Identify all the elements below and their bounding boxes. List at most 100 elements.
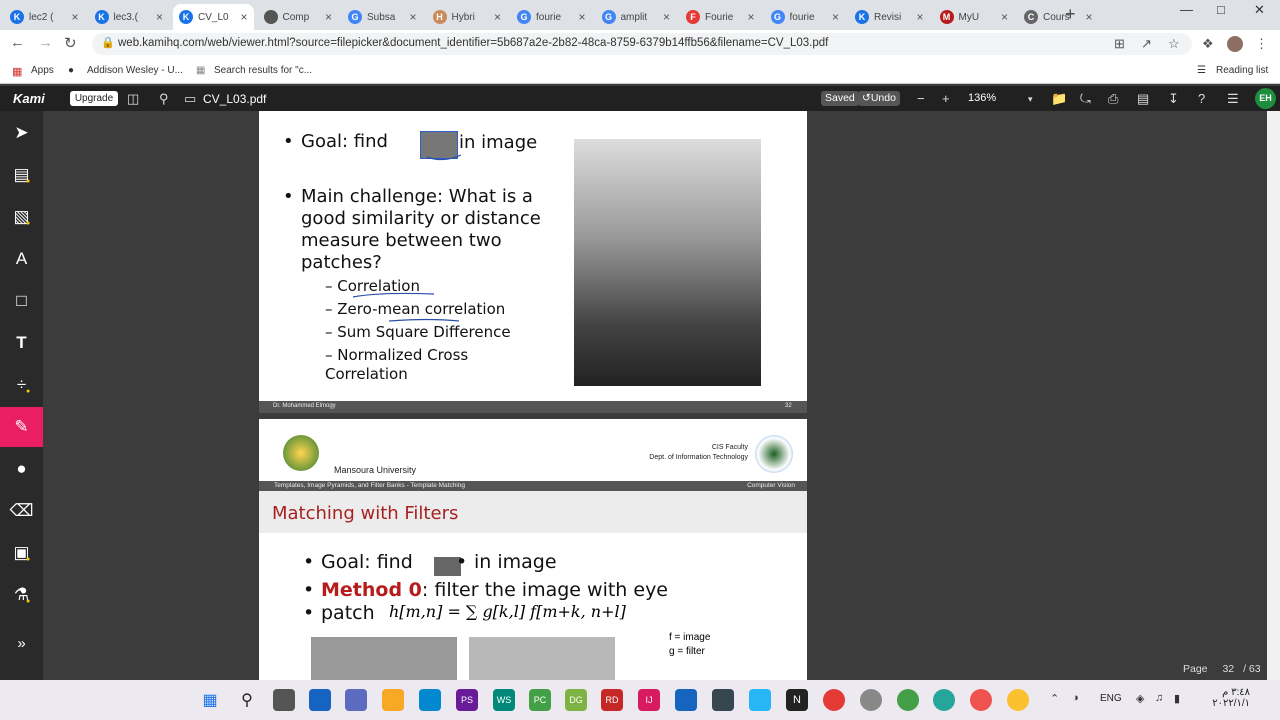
tab-close-icon[interactable]: × — [747, 10, 754, 24]
chrome-icon[interactable] — [823, 689, 845, 711]
tab-close-icon[interactable]: × — [1001, 10, 1008, 24]
profile-icon[interactable] — [1227, 36, 1243, 52]
visual-studio-icon[interactable] — [675, 689, 697, 711]
telegram-icon[interactable] — [749, 689, 771, 711]
tab-10[interactable]: K Revisi × — [849, 4, 930, 30]
intellij-icon[interactable]: IJ — [638, 689, 660, 711]
tab-12[interactable]: C Cours × — [1018, 4, 1099, 30]
draw-tool-icon[interactable]: ✎ — [0, 407, 43, 447]
volume-icon[interactable]: ♫ — [1155, 692, 1163, 704]
avatar[interactable]: EH — [1255, 88, 1276, 109]
tab-5[interactable]: H Hybri × — [427, 4, 508, 30]
install-icon[interactable]: ⊞ — [1114, 36, 1125, 52]
tab-close-icon[interactable]: × — [240, 10, 247, 24]
notion-icon[interactable]: N — [786, 689, 808, 711]
webstorm-icon[interactable]: WS — [493, 689, 515, 711]
share-icon[interactable]: ⤿ — [1080, 91, 1091, 107]
equation-tool-icon[interactable]: ÷ ● — [0, 365, 43, 405]
chrome-icon[interactable] — [1007, 689, 1029, 711]
tab-8[interactable]: F Fourie × — [680, 4, 761, 30]
datagrip-icon[interactable]: DG — [565, 689, 587, 711]
upgrade-button[interactable]: Upgrade — [70, 91, 118, 106]
minimize-button[interactable]: — — [1180, 2, 1193, 17]
tab-close-icon[interactable]: × — [494, 10, 501, 24]
chrome-icon[interactable] — [970, 689, 992, 711]
zoom-select[interactable]: 136% — [968, 92, 996, 104]
zoom-out-button[interactable]: − — [917, 91, 925, 106]
reading-list[interactable]: Reading list — [1216, 65, 1268, 76]
star-icon[interactable]: ☆ — [1168, 36, 1180, 52]
search-icon[interactable]: ⚲ — [159, 91, 169, 107]
shapes-tool-icon[interactable]: ● — [0, 449, 43, 489]
github-icon[interactable] — [712, 689, 734, 711]
text-tool-icon[interactable]: T — [0, 323, 43, 363]
tab-7[interactable]: Gamplit × — [596, 4, 677, 30]
tab-6[interactable]: Gfourie × — [511, 4, 592, 30]
dictionary-tool-icon[interactable]: ▤ ● — [0, 155, 43, 195]
tab-close-icon[interactable]: × — [663, 10, 670, 24]
tab-close-icon[interactable]: × — [1085, 10, 1092, 24]
reload-icon[interactable]: ↻ — [64, 34, 77, 52]
tab-close-icon[interactable]: × — [409, 10, 416, 24]
forward-icon[interactable]: → — [38, 34, 53, 51]
tab-close-icon[interactable]: × — [916, 10, 923, 24]
openai-icon[interactable] — [860, 689, 882, 711]
image-tool-icon[interactable]: ▣ ● — [0, 533, 43, 573]
tab-close-icon[interactable]: × — [832, 10, 839, 24]
teams-icon[interactable] — [345, 689, 367, 711]
wifi-icon[interactable]: ◈ — [1136, 692, 1144, 705]
tab-close-icon[interactable]: × — [325, 10, 332, 24]
help-icon[interactable]: ? — [1198, 91, 1205, 106]
bookmark-addison[interactable]: Addison Wesley - U... — [87, 65, 183, 76]
comment-tool-icon[interactable]: □ — [0, 281, 43, 321]
menu-icon[interactable]: ⋮ — [1255, 36, 1268, 52]
download-icon[interactable]: ↧ — [1168, 91, 1179, 107]
share-icon[interactable]: ↗ — [1141, 36, 1152, 52]
chrome-active-icon[interactable] — [933, 689, 955, 711]
tab-11[interactable]: M MyU × — [934, 4, 1015, 30]
pdf-viewer[interactable]: Goal: find in image Main challenge: What… — [43, 111, 1267, 680]
signature-tool-icon[interactable]: ⚗ ● — [0, 575, 43, 615]
pycharm-icon[interactable]: PC — [529, 689, 551, 711]
new-tab-button[interactable]: + — [1065, 4, 1076, 25]
rider-icon[interactable]: RD — [601, 689, 623, 711]
tab-close-icon[interactable]: × — [71, 10, 78, 24]
tab-close-icon[interactable]: × — [578, 10, 585, 24]
language-indicator[interactable]: ENG — [1100, 693, 1122, 704]
page-indicator[interactable]: Page 32 / 63 — [1183, 663, 1261, 675]
tab-0[interactable]: Klec2 (× — [4, 4, 85, 30]
omnibox[interactable]: 🔒 web.kamihq.com/web/viewer.html?source=… — [92, 33, 1192, 55]
lock-icon[interactable]: 🔒 — [101, 36, 115, 49]
close-window-button[interactable]: ✕ — [1254, 2, 1265, 18]
tab-9[interactable]: Gfourie × — [765, 4, 846, 30]
chevron-up-icon[interactable]: ⌃ — [1050, 692, 1059, 705]
microphone-icon[interactable]: ◑ — [1072, 692, 1079, 704]
widgets-icon[interactable] — [309, 689, 331, 711]
back-icon[interactable]: ← — [10, 34, 25, 51]
tab-3[interactable]: Comp × — [258, 4, 339, 30]
url-text[interactable]: web.kamihq.com/web/viewer.html?source=fi… — [118, 37, 828, 49]
select-tool-icon[interactable]: ➤ — [0, 113, 43, 153]
sidebar-toggle-icon[interactable]: ◫ — [127, 91, 139, 107]
windows-start-icon[interactable]: ▦ — [199, 689, 221, 711]
tab-2[interactable]: K CV_L0 × — [173, 4, 254, 30]
zoom-in-button[interactable]: + — [942, 91, 950, 106]
page-current[interactable]: 32 — [1222, 663, 1234, 675]
menu-icon[interactable]: ☰ — [1227, 91, 1239, 107]
highlight-tool-icon[interactable]: A — [0, 239, 43, 279]
extensions-icon[interactable]: ❖ — [1202, 36, 1214, 52]
undo-button[interactable]: ↺Undo — [858, 91, 900, 106]
vertical-scrollbar[interactable] — [1267, 111, 1280, 680]
task-view-icon[interactable] — [273, 689, 295, 711]
chevron-down-icon[interactable]: ▾ — [1028, 94, 1033, 105]
tab-close-icon[interactable]: × — [156, 10, 163, 24]
open-folder-icon[interactable]: 📁 — [1051, 91, 1067, 107]
tab-1[interactable]: Klec3.(× — [89, 4, 170, 30]
print-icon[interactable]: ⎙ — [1108, 91, 1118, 107]
mail-icon[interactable] — [419, 689, 441, 711]
markup-tool-icon[interactable]: ▧ ● — [0, 197, 43, 237]
clock[interactable]: ٣:٤٨ م ٢٠٢٢/١/١ — [1200, 687, 1250, 709]
search-icon[interactable]: ⚲ — [236, 689, 258, 711]
file-explorer-icon[interactable] — [382, 689, 404, 711]
eraser-tool-icon[interactable]: ⌫ — [0, 491, 43, 531]
